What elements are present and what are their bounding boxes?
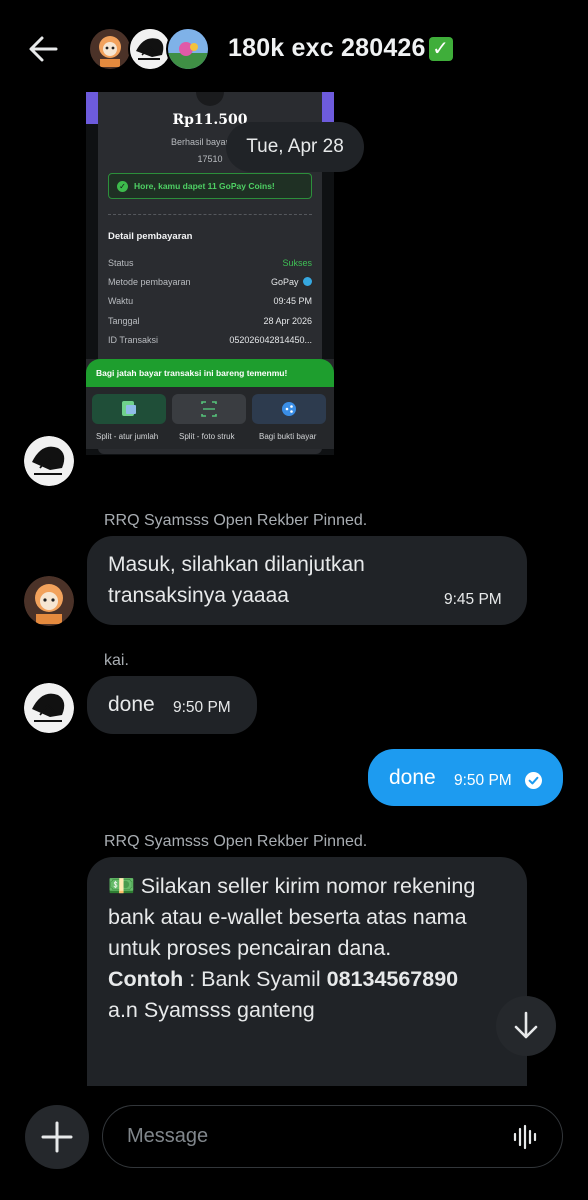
- receipt-row-label: ID Transaksi: [108, 335, 159, 345]
- avatar-1[interactable]: [88, 27, 132, 71]
- receipt-detail-title: Detail pembayaran: [108, 231, 193, 242]
- arrow-left-icon[interactable]: [26, 32, 60, 66]
- message-time: 9:45 PM: [444, 591, 502, 608]
- receipt-row-label: Metode pembayaran: [108, 277, 191, 287]
- message-text: Masuk, silahkan dilanjutkan transaksinya…: [108, 553, 365, 607]
- avatar-3[interactable]: [166, 27, 210, 71]
- scroll-to-bottom-button[interactable]: [496, 996, 556, 1056]
- message-time: 9:50 PM: [454, 772, 512, 789]
- receipt-row-value: 052026042814450...: [229, 335, 312, 345]
- sender-avatar-kai[interactable]: [24, 436, 74, 486]
- plus-icon: [41, 1121, 73, 1153]
- read-check-icon: [525, 772, 542, 789]
- check-circle-icon: ✓: [117, 181, 128, 192]
- message-text: 💵 Silakan seller kirim nomor rekening ba…: [108, 874, 476, 1022]
- share-proof-button: [252, 394, 326, 424]
- receipt-row-value: 28 Apr 2026: [263, 316, 312, 326]
- sender-name: RRQ Syamsss Open Rekber Pinned.: [104, 512, 368, 529]
- share-icon: [282, 402, 296, 416]
- receipt-share-banner: Bagi jatah bayar transaksi ini bareng te…: [86, 359, 334, 387]
- action-label: Bagi bukti bayar: [259, 432, 317, 441]
- split-photo-button: [172, 394, 246, 424]
- outgoing-message-bubble[interactable]: done 9:50 PM: [368, 749, 563, 806]
- receipt-split-icon: [122, 401, 136, 416]
- receipt-row-value: GoPay: [271, 277, 312, 287]
- action-label: Split - atur jumlah: [96, 432, 159, 441]
- sender-name: kai.: [104, 652, 129, 669]
- receipt-row-value: Sukses: [282, 258, 312, 268]
- arrow-down-icon: [514, 1011, 538, 1039]
- date-divider: Tue, Apr 28: [226, 122, 364, 172]
- money-icon: 💵: [108, 874, 135, 898]
- receipt-row-value: 09:45 PM: [273, 296, 312, 306]
- action-label: Split - foto struk: [179, 432, 235, 441]
- scan-icon: [201, 401, 217, 417]
- sender-avatar-kai[interactable]: [24, 683, 74, 733]
- message-time: 9:50 PM: [173, 699, 231, 716]
- add-attachment-button[interactable]: [25, 1105, 89, 1169]
- voice-wave-icon[interactable]: [513, 1124, 539, 1150]
- message-bubble[interactable]: done 9:50 PM: [87, 676, 257, 734]
- receipt-divider: [108, 214, 312, 215]
- message-text: done: [389, 766, 436, 789]
- chat-header: 180k exc 280426 ✓: [0, 0, 588, 98]
- split-amount-button: [92, 394, 166, 424]
- message-bubble[interactable]: 💵 Silakan seller kirim nomor rekening ba…: [87, 857, 527, 1097]
- check-box-icon: ✓: [428, 37, 453, 61]
- chat-title[interactable]: 180k exc 280426 ✓: [228, 34, 453, 63]
- receipt-row-label: Status: [108, 258, 134, 268]
- sender-avatar-admin[interactable]: [24, 576, 74, 626]
- message-placeholder: Message: [127, 1125, 209, 1147]
- message-input[interactable]: Message: [102, 1105, 563, 1168]
- receipt-coins-banner: ✓ Hore, kamu dapet 11 GoPay Coins!: [108, 173, 312, 199]
- sender-name: RRQ Syamsss Open Rekber Pinned.: [104, 833, 368, 850]
- message-bubble[interactable]: Masuk, silahkan dilanjutkan transaksinya…: [87, 536, 527, 625]
- receipt-row-label: Tanggal: [108, 316, 140, 326]
- message-text: done: [108, 693, 155, 716]
- receipt-row-label: Waktu: [108, 296, 134, 306]
- gopay-icon: [303, 277, 312, 286]
